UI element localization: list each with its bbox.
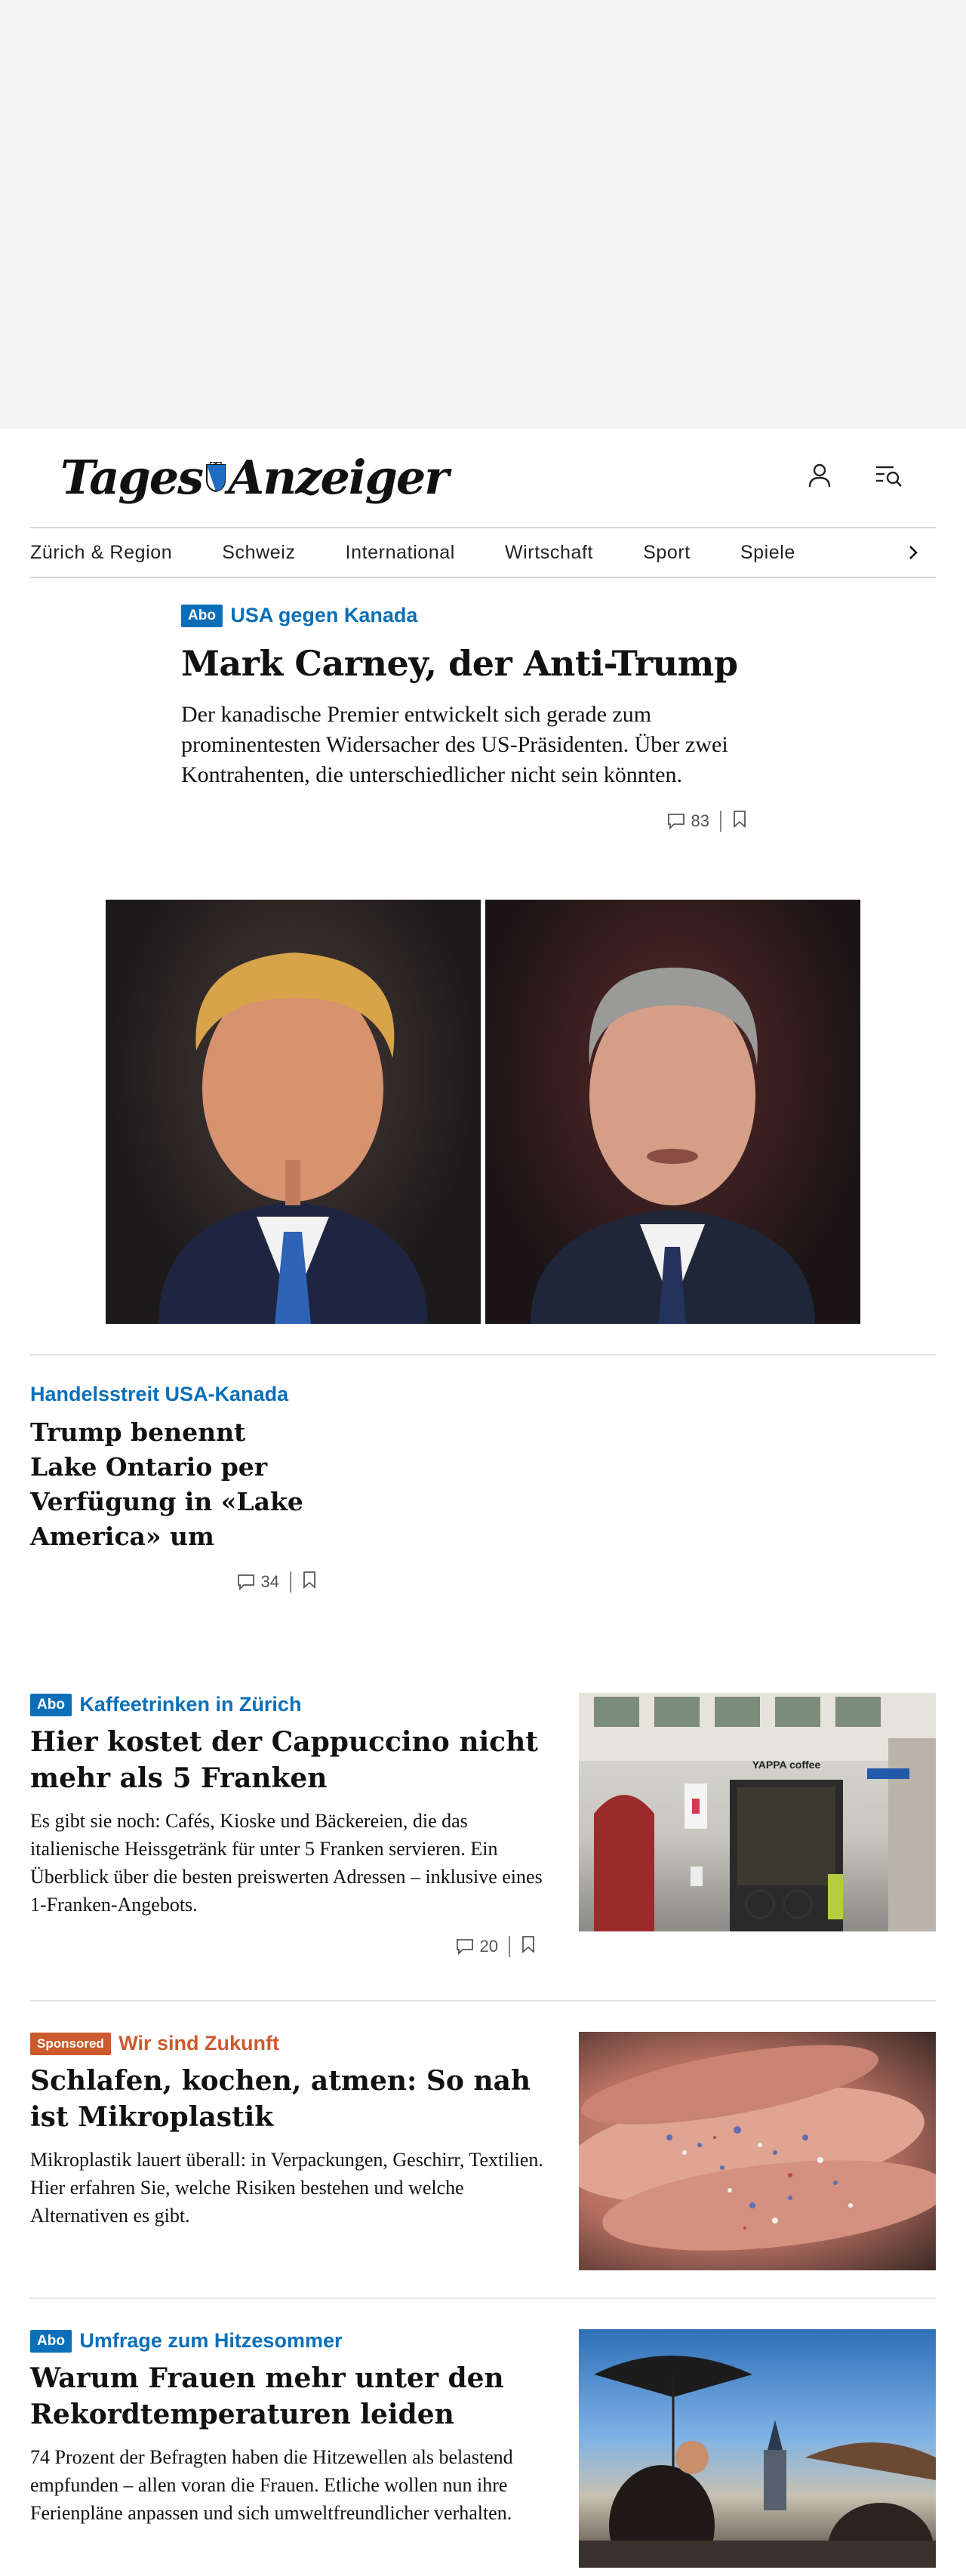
- teaser-lede: 74 Prozent der Befragten haben die Hitze…: [30, 2446, 513, 2524]
- sponsored-badge: Sponsored: [30, 2032, 111, 2055]
- nav-item-schweiz[interactable]: Schweiz: [222, 542, 295, 564]
- lead-story[interactable]: Abo USA gegen Kanada Mark Carney, der An…: [181, 604, 755, 833]
- section-nav: Zürich & Region Schweiz International Wi…: [30, 527, 936, 578]
- comment-icon: [456, 1939, 473, 1955]
- zurich-crest-icon: [205, 460, 226, 493]
- teaser-kicker-row: Sponsored Wir sind Zukunft: [30, 2032, 543, 2055]
- teaser-image-heat[interactable]: [579, 2329, 936, 2568]
- sponsored-teaser-card[interactable]: Sponsored Wir sind Zukunft Schlafen, koc…: [30, 2032, 936, 2270]
- nav-item-wirtschaft[interactable]: Wirtschaft: [505, 542, 593, 564]
- story-title[interactable]: Trump benennt Lake Ontario per Verfügung…: [30, 1415, 317, 1554]
- teaser-kicker-row: Abo Kaffeetrinken in Zürich: [30, 1693, 543, 1716]
- teaser-card[interactable]: Abo Umfrage zum Hitzesommer Warum Frauen…: [30, 2329, 936, 2568]
- nav-item-international[interactable]: International: [346, 542, 455, 564]
- lead-meta: 83: [181, 810, 747, 833]
- ad-placeholder: [0, 0, 966, 429]
- logo-text-2: Anzeiger: [228, 449, 449, 505]
- comment-icon: [667, 814, 685, 829]
- teaser-kicker[interactable]: Kaffeetrinken in Zürich: [79, 1693, 301, 1716]
- bookmark-icon[interactable]: [302, 1571, 317, 1593]
- abo-badge: Abo: [30, 2329, 72, 2353]
- story-meta: 34: [30, 1571, 317, 1593]
- menu-search-icon[interactable]: [872, 459, 906, 492]
- bookmark-icon[interactable]: [732, 810, 747, 833]
- teaser-kicker-row: Abo Umfrage zum Hitzesommer: [30, 2329, 543, 2353]
- teaser-image-cafe[interactable]: YAPPA coffee: [579, 1693, 936, 1931]
- teaser-kicker[interactable]: Wir sind Zukunft: [118, 2032, 279, 2054]
- abo-badge: Abo: [181, 604, 223, 627]
- story-kicker[interactable]: Handelsstreit USA-Kanada: [30, 1383, 288, 1405]
- abo-badge: Abo: [30, 1693, 72, 1716]
- teaser-lede: Mikroplastik lauert überall: in Verpacku…: [30, 2149, 543, 2227]
- user-icon[interactable]: [803, 459, 836, 492]
- comment-count-value: 34: [260, 1572, 279, 1591]
- teaser-card[interactable]: Abo Kaffeetrinken in Zürich Hier kostet …: [30, 1693, 936, 1958]
- lead-lede: Der kanadische Premier entwickelt sich g…: [181, 702, 728, 787]
- logo-text-1: Tages: [60, 449, 204, 505]
- lead-title[interactable]: Mark Carney, der Anti-Trump: [181, 642, 755, 685]
- comment-count[interactable]: 34: [237, 1572, 279, 1592]
- bookmark-icon[interactable]: [521, 1935, 536, 1958]
- teaser-image-microplastic[interactable]: [579, 2032, 936, 2270]
- section-divider: [30, 2000, 936, 2002]
- teaser-title[interactable]: Warum Frauen mehr unter den Rekordtemper…: [30, 2360, 543, 2433]
- comment-count-value: 83: [691, 811, 709, 830]
- chevron-right-icon[interactable]: [903, 542, 924, 563]
- story-card[interactable]: Handelsstreit USA-Kanada Trump benennt L…: [30, 1383, 317, 1593]
- teaser-meta: 20: [30, 1935, 536, 1958]
- meta-separator: [509, 1936, 510, 1957]
- teaser-title[interactable]: Hier kostet der Cappuccino nicht mehr al…: [30, 1724, 543, 1796]
- lead-kicker-row: Abo USA gegen Kanada: [181, 604, 755, 627]
- section-divider: [30, 2297, 936, 2299]
- teaser-lede: Es gibt sie noch: Cafés, Kioske und Bäck…: [30, 1810, 543, 1916]
- section-divider: [30, 1354, 936, 1356]
- header-actions: [803, 459, 906, 492]
- comment-count-value: 20: [479, 1937, 498, 1956]
- meta-separator: [290, 1571, 291, 1593]
- nav-item-zurich-region[interactable]: Zürich & Region: [30, 542, 172, 564]
- teaser-title[interactable]: Schlafen, kochen, atmen: So nah ist Mikr…: [30, 2063, 543, 2135]
- nav-item-sport[interactable]: Sport: [643, 542, 691, 564]
- comment-count[interactable]: 83: [667, 811, 709, 831]
- comment-count[interactable]: 20: [456, 1937, 498, 1956]
- portrait-left: [106, 900, 481, 1324]
- meta-separator: [720, 811, 721, 832]
- photo-sign: YAPPA coffee: [752, 1759, 821, 1771]
- nav-item-spiele[interactable]: Spiele: [740, 542, 795, 564]
- brand-logo[interactable]: Tages Anzeiger: [60, 448, 449, 506]
- lead-kicker[interactable]: USA gegen Kanada: [230, 604, 417, 626]
- lead-hero-image[interactable]: [106, 900, 860, 1324]
- teaser-kicker[interactable]: Umfrage zum Hitzesommer: [79, 2329, 342, 2352]
- comment-icon: [237, 1574, 254, 1590]
- portrait-right: [485, 900, 860, 1324]
